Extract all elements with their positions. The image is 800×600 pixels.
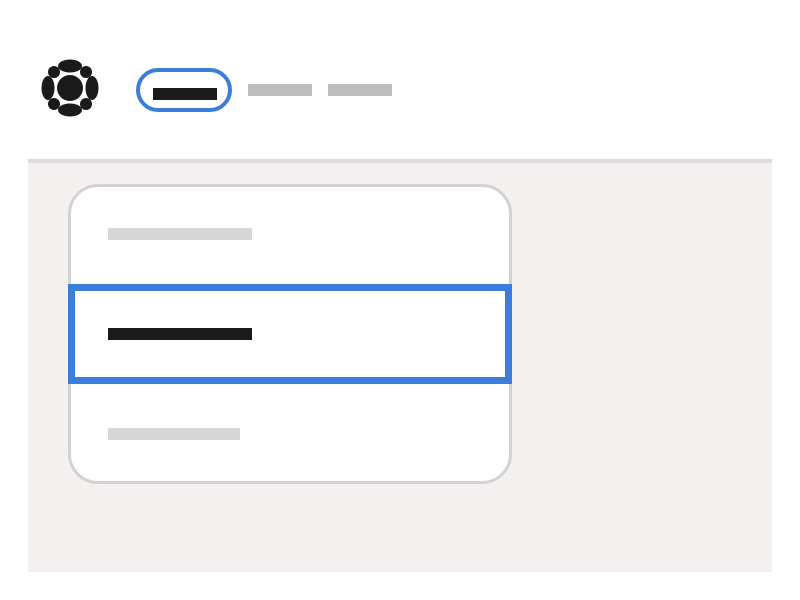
nav-tab-2-label <box>248 84 312 96</box>
gem-logo-icon[interactable] <box>40 58 100 118</box>
menu-item-1-label <box>108 228 252 240</box>
nav-tab-1[interactable] <box>136 68 232 112</box>
nav-tab-2[interactable] <box>248 84 312 96</box>
menu-item-3[interactable] <box>68 384 512 480</box>
nav-tab-3-label <box>328 84 392 96</box>
nav-tab-3[interactable] <box>328 84 392 96</box>
nav-tab-1-label <box>153 88 217 100</box>
menu-item-3-label <box>108 428 240 440</box>
menu-item-2-label <box>108 328 252 340</box>
menu-item-1[interactable] <box>68 186 512 282</box>
app-window <box>0 0 800 600</box>
menu-item-2[interactable] <box>68 284 512 384</box>
logo-svg <box>41 59 99 117</box>
